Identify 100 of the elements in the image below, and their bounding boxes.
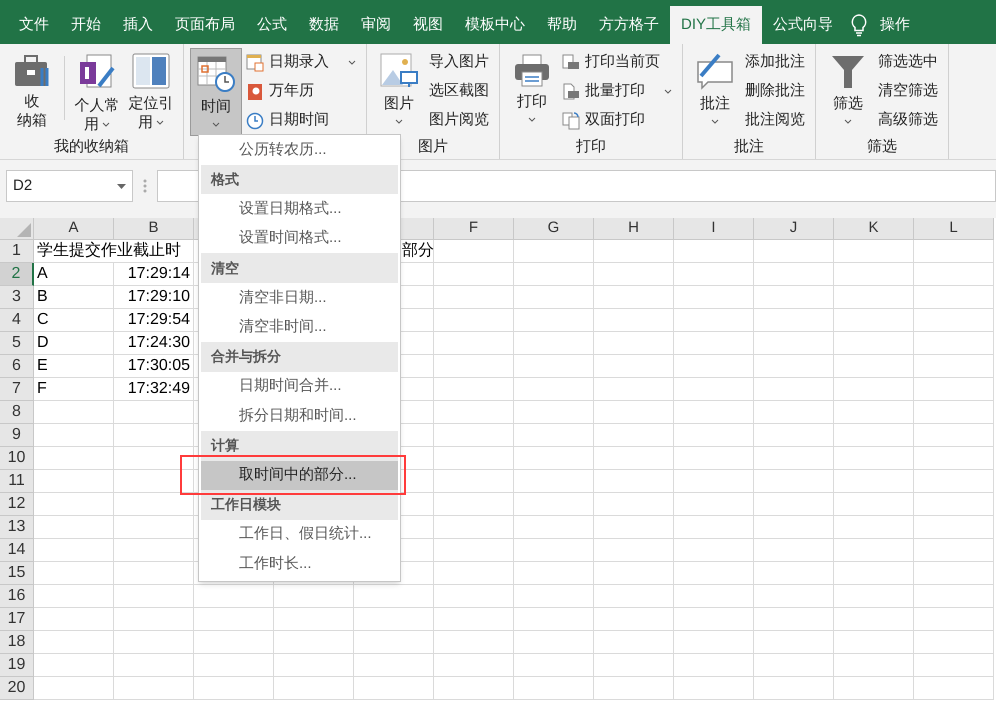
table-cell[interactable] (434, 677, 514, 700)
table-cell[interactable] (914, 470, 994, 493)
row-header[interactable]: 3 (0, 286, 34, 309)
table-cell[interactable] (434, 516, 514, 539)
column-header[interactable]: H (594, 218, 674, 240)
table-cell[interactable] (674, 539, 754, 562)
table-cell[interactable] (754, 516, 834, 539)
table-cell[interactable] (514, 378, 594, 401)
table-cell[interactable] (434, 470, 514, 493)
table-cell[interactable] (754, 447, 834, 470)
table-cell[interactable]: 17:29:10 (114, 286, 194, 309)
table-cell[interactable]: 17:30:05 (114, 355, 194, 378)
table-cell[interactable] (754, 263, 834, 286)
table-cell[interactable] (834, 677, 914, 700)
ribbon-button[interactable]: 清空筛选 (878, 77, 942, 106)
table-cell[interactable] (194, 677, 274, 700)
table-cell[interactable] (34, 493, 114, 516)
ribbon-button[interactable]: 导入图片 (429, 48, 493, 77)
table-cell[interactable] (674, 608, 754, 631)
table-cell[interactable] (114, 424, 194, 447)
table-cell[interactable] (34, 631, 114, 654)
table-cell[interactable]: C (34, 309, 114, 332)
row-header[interactable]: 16 (0, 585, 34, 608)
ribbon-tab[interactable]: 数据 (298, 6, 350, 44)
table-cell[interactable] (594, 332, 674, 355)
table-cell[interactable] (594, 309, 674, 332)
table-cell[interactable] (754, 401, 834, 424)
menu-item[interactable]: 取时间中的部分... (201, 460, 398, 490)
row-header[interactable]: 4 (0, 309, 34, 332)
table-cell[interactable] (594, 263, 674, 286)
table-cell[interactable] (114, 539, 194, 562)
table-cell[interactable] (914, 447, 994, 470)
table-cell[interactable] (674, 309, 754, 332)
table-cell[interactable] (834, 608, 914, 631)
table-cell[interactable] (514, 355, 594, 378)
table-cell[interactable] (434, 263, 514, 286)
table-cell[interactable] (834, 309, 914, 332)
table-cell[interactable] (34, 516, 114, 539)
menu-item[interactable]: 清空非日期... (201, 282, 398, 313)
table-cell[interactable] (754, 332, 834, 355)
table-cell[interactable] (834, 286, 914, 309)
table-cell[interactable] (674, 263, 754, 286)
table-cell[interactable] (674, 677, 754, 700)
ribbon-button[interactable]: 个人常 用 (71, 48, 123, 136)
column-header[interactable]: L (914, 218, 994, 240)
table-cell[interactable] (594, 240, 674, 263)
table-cell[interactable] (834, 447, 914, 470)
table-cell[interactable] (834, 240, 914, 263)
table-cell[interactable] (594, 539, 674, 562)
table-cell[interactable] (754, 631, 834, 654)
column-header[interactable]: F (434, 218, 514, 240)
ribbon-button[interactable]: 打印当前页 (562, 48, 676, 77)
table-cell[interactable] (434, 424, 514, 447)
ribbon-button[interactable]: 双面打印 (562, 106, 676, 135)
table-cell[interactable] (914, 378, 994, 401)
table-cell[interactable] (114, 654, 194, 677)
table-cell[interactable] (194, 585, 274, 608)
table-cell[interactable] (754, 562, 834, 585)
ribbon-tab[interactable]: 文件 (8, 6, 60, 44)
table-cell[interactable] (594, 355, 674, 378)
table-cell[interactable] (834, 263, 914, 286)
table-cell[interactable] (434, 332, 514, 355)
table-cell[interactable] (114, 401, 194, 424)
table-cell[interactable] (34, 562, 114, 585)
table-cell[interactable] (754, 470, 834, 493)
table-cell[interactable] (754, 378, 834, 401)
table-cell[interactable] (514, 677, 594, 700)
table-cell[interactable] (914, 516, 994, 539)
table-cell[interactable] (514, 401, 594, 424)
table-cell[interactable] (674, 562, 754, 585)
table-cell[interactable] (194, 608, 274, 631)
table-cell[interactable] (34, 539, 114, 562)
table-cell[interactable] (514, 631, 594, 654)
ribbon-tab[interactable]: 公式向导 (762, 6, 844, 44)
table-cell[interactable] (434, 286, 514, 309)
table-cell[interactable] (834, 470, 914, 493)
table-cell[interactable] (34, 654, 114, 677)
table-cell[interactable] (594, 585, 674, 608)
ribbon-button[interactable]: 高级筛选 (878, 106, 942, 135)
ribbon-button[interactable]: 筛选 (822, 48, 874, 136)
table-cell[interactable] (674, 286, 754, 309)
table-cell[interactable] (674, 424, 754, 447)
table-cell[interactable]: 17:32:49 (114, 378, 194, 401)
menu-item[interactable]: 公历转农历... (201, 135, 398, 165)
table-cell[interactable] (754, 309, 834, 332)
table-cell[interactable] (914, 631, 994, 654)
table-cell[interactable] (674, 516, 754, 539)
ribbon-button[interactable]: 批注阅览 (745, 106, 809, 135)
table-cell[interactable] (114, 493, 194, 516)
ribbon-tab[interactable]: DIY工具箱 (670, 6, 762, 44)
table-cell[interactable] (674, 631, 754, 654)
table-cell[interactable] (274, 677, 354, 700)
table-cell[interactable] (514, 332, 594, 355)
table-cell[interactable] (434, 585, 514, 608)
table-cell[interactable] (834, 654, 914, 677)
menu-item[interactable]: 拆分日期和时间... (201, 401, 398, 431)
table-cell[interactable] (914, 240, 994, 263)
ribbon-button[interactable]: 打印 (506, 48, 558, 136)
table-cell[interactable] (114, 608, 194, 631)
table-cell[interactable] (674, 355, 754, 378)
